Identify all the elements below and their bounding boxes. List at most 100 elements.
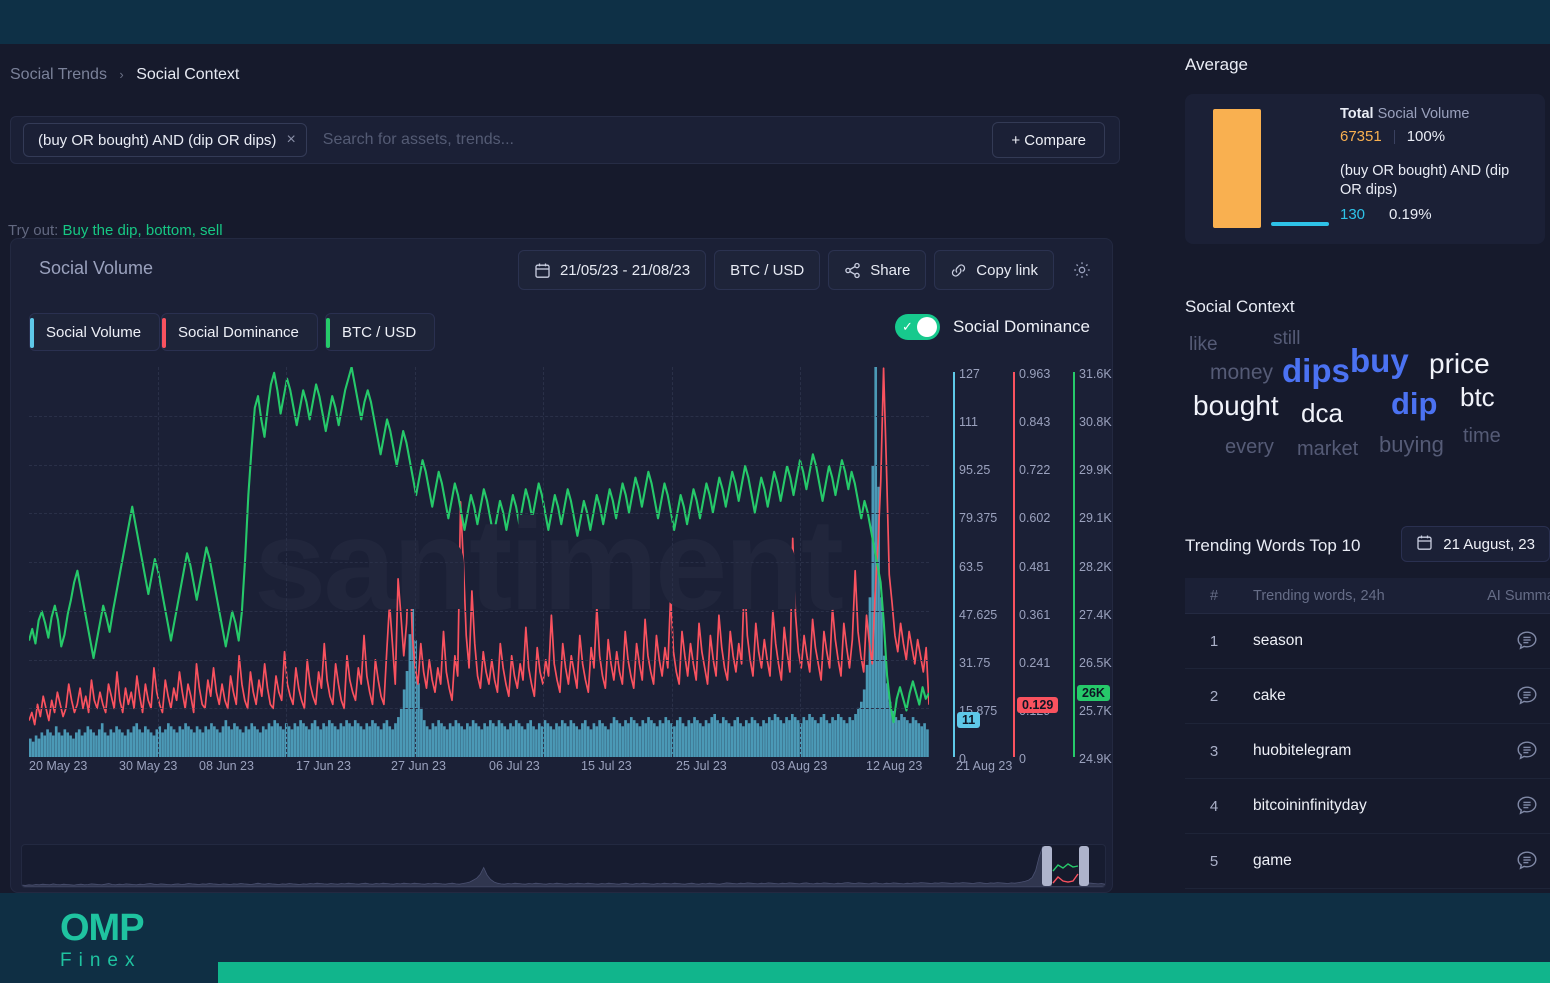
breadcrumb: Social Trends › Social Context (10, 66, 239, 84)
breadcrumb-current: Social Context (136, 66, 240, 83)
row-word[interactable]: game (1243, 852, 1457, 870)
main-content: Social Trends › Social Context (buy OR b… (0, 44, 1145, 893)
social-dominance-toggle[interactable]: ✓ Social Dominance (894, 314, 1090, 340)
axis-tick: 79.375 (959, 511, 998, 526)
axis-tick: 127 (959, 367, 980, 381)
average-heading: Average (1185, 55, 1249, 74)
asset-selector-button[interactable]: BTC / USD (714, 250, 821, 290)
search-input[interactable] (322, 131, 993, 149)
average-details: Total Social Volume 67351 100% (buy OR b… (1340, 106, 1535, 223)
word-cloud-item[interactable]: market (1297, 438, 1358, 461)
legend-social-volume-label: Social Volume (46, 323, 142, 341)
chart-plot-area[interactable]: santiment (29, 367, 929, 757)
word-cloud-item[interactable]: price (1429, 348, 1490, 380)
word-cloud-item[interactable]: money (1210, 361, 1273, 385)
word-cloud-item[interactable]: buy (1350, 342, 1409, 380)
legend-social-dominance-label: Social Dominance (178, 323, 299, 341)
axis-tick: 24.9K (1079, 752, 1112, 766)
breadcrumb-separator-icon: › (119, 67, 124, 82)
axis-tick: 31.6K (1079, 367, 1112, 381)
trending-words-table: # Trending words, 24h AI Summary 1 season… (1185, 578, 1550, 889)
axis-tick: 0 (1019, 752, 1026, 766)
axis-current-value-tag: 0.129 (1017, 697, 1059, 713)
row-word[interactable]: huobitelegram (1243, 742, 1457, 760)
x-axis-tick: 25 Jul 23 (676, 759, 727, 773)
word-cloud-item[interactable]: dip (1391, 386, 1438, 422)
ai-summary-icon[interactable] (1457, 849, 1550, 873)
axis-tick: 0.241 (1019, 655, 1051, 670)
legend-btc-usd[interactable]: BTC / USD (325, 313, 436, 351)
row-word[interactable]: bitcoininfinityday (1243, 797, 1457, 815)
breadcrumb-social-trends[interactable]: Social Trends (10, 66, 107, 83)
word-cloud-item[interactable]: dca (1301, 398, 1343, 429)
calendar-icon (1416, 534, 1433, 555)
query-chip[interactable]: (buy OR bought) AND (dip OR dips) × (23, 123, 307, 157)
ai-summary-icon[interactable] (1457, 629, 1550, 653)
axis-tick: 0.963 (1019, 367, 1051, 381)
axis-tick: 111 (959, 415, 979, 430)
try-out-suggestions[interactable]: Buy the dip, bottom, sell (62, 222, 222, 239)
table-row[interactable]: 5 game (1185, 834, 1550, 889)
value-divider (1393, 129, 1395, 144)
legend-social-dominance[interactable]: Social Dominance (161, 313, 318, 351)
average-total-bar (1213, 109, 1261, 228)
brand-logo-sub: Finex (60, 950, 142, 971)
row-index: 3 (1209, 742, 1219, 760)
trending-date-button[interactable]: 21 August, 23 (1401, 526, 1550, 562)
x-axis-tick: 27 Jun 23 (391, 759, 446, 773)
legend-social-volume[interactable]: Social Volume (29, 313, 161, 351)
table-row[interactable]: 3 huobitelegram (1185, 724, 1550, 779)
table-row[interactable]: 4 bitcoininfinityday (1185, 779, 1550, 834)
word-cloud-item[interactable]: time (1463, 425, 1501, 448)
settings-button[interactable] (1062, 250, 1102, 290)
date-range-button[interactable]: 21/05/23 - 21/08/23 (517, 250, 707, 290)
chart-body: santiment 127 111 95.25 79.375 63.5 47.625 31.… (11, 367, 1114, 832)
row-index: 1 (1209, 632, 1219, 650)
axis-tick: 26.5K (1079, 655, 1112, 670)
link-icon (950, 262, 967, 279)
word-cloud-item[interactable]: bought (1193, 390, 1279, 422)
calendar-icon (534, 262, 551, 279)
axis-tick: 0.843 (1019, 415, 1051, 430)
copy-link-button[interactable]: Copy link (934, 250, 1054, 290)
x-axis-tick: 17 Jun 23 (296, 759, 351, 773)
word-cloud-item[interactable]: like (1189, 334, 1218, 356)
word-cloud-item[interactable]: still (1273, 328, 1300, 350)
share-button[interactable]: Share (828, 250, 927, 290)
row-word[interactable]: season (1243, 632, 1457, 650)
close-icon[interactable]: × (286, 132, 295, 148)
axis-tick: 63.5 (959, 559, 984, 574)
word-cloud-item[interactable]: every (1225, 436, 1274, 459)
average-total-label-bold: Total (1340, 106, 1374, 122)
table-row[interactable]: 1 season (1185, 614, 1550, 669)
table-row[interactable]: 2 cake (1185, 669, 1550, 724)
word-cloud-item[interactable]: btc (1460, 382, 1495, 413)
row-index: 5 (1209, 852, 1219, 870)
x-axis-tick: 08 Jun 23 (199, 759, 254, 773)
axis-tick: 0.481 (1019, 559, 1051, 574)
row-word[interactable]: cake (1243, 687, 1457, 705)
table-header-row: # Trending words, 24h AI Summary (1185, 578, 1550, 614)
chart-range-navigator[interactable] (21, 844, 1106, 888)
average-total-value: 67351 (1340, 128, 1382, 145)
bottom-accent-bar (218, 962, 1550, 983)
average-query-percent: 0.19% (1389, 206, 1432, 223)
asset-label: BTC / USD (730, 261, 805, 279)
try-out-label: Try out: (8, 222, 63, 239)
column-header-word: Trending words, 24h (1253, 587, 1385, 604)
ai-summary-icon[interactable] (1457, 684, 1550, 708)
brand-logo: OMP Finex (60, 908, 220, 974)
ai-summary-icon[interactable] (1457, 739, 1550, 763)
add-compare-button[interactable]: + Compare (992, 122, 1105, 158)
toggle-switch[interactable]: ✓ (894, 314, 940, 340)
top-band (0, 0, 1550, 44)
word-cloud-item[interactable]: dips (1282, 352, 1350, 390)
average-total-percent: 100% (1406, 128, 1446, 145)
column-header-ai: AI Summary (1487, 587, 1550, 604)
share-label: Share (870, 261, 911, 279)
share-icon (844, 262, 861, 279)
word-cloud-item[interactable]: buying (1379, 432, 1444, 458)
ai-summary-icon[interactable] (1457, 794, 1550, 818)
query-chip-label: (buy OR bought) AND (dip OR dips) (38, 131, 277, 149)
try-out-row: Try out: Buy the dip, bottom, sell (8, 222, 223, 239)
